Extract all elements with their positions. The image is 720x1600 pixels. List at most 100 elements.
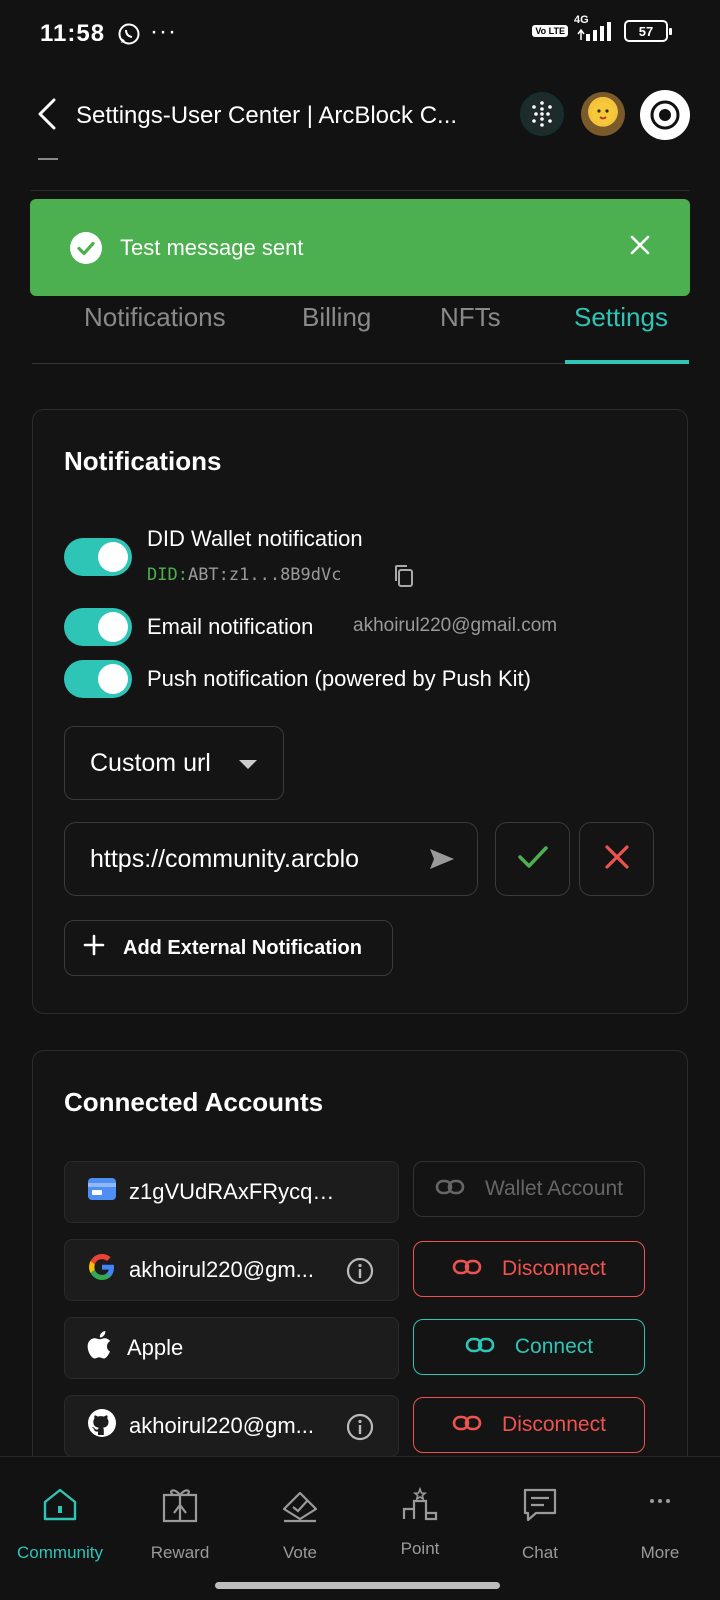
more-icon — [640, 1485, 680, 1525]
link-icon — [435, 1177, 465, 1201]
wallet-account-label: Wallet Account — [484, 1177, 624, 1200]
google-account: akhoirul220@gm... — [129, 1257, 314, 1282]
connected-accounts-title: Connected Accounts — [64, 1087, 324, 1117]
copy-icon[interactable] — [393, 564, 415, 593]
app-header: Settings-User Center | ArcBlock C... — [0, 70, 720, 191]
nav-label: More — [640, 1543, 680, 1562]
network-type: 4G — [574, 14, 589, 26]
status-time: 11:58 — [40, 20, 106, 47]
nav-label: Reward — [150, 1543, 210, 1562]
toast-success: Test message sent — [30, 199, 690, 296]
account-row-google: akhoirul220@gm... — [64, 1239, 399, 1301]
nav-label: Point — [400, 1539, 440, 1558]
custom-url-input[interactable]: https://community.arcblo — [64, 822, 478, 896]
whatsapp-icon — [117, 22, 141, 51]
record-icon[interactable] — [640, 90, 690, 140]
connect-label: Connect — [514, 1335, 594, 1358]
page-title: Settings-User Center | ArcBlock C... — [76, 102, 458, 129]
info-icon[interactable] — [346, 1257, 374, 1291]
did-value: ABT:z1...8B9dVc — [187, 565, 342, 585]
header-underline — [38, 158, 58, 160]
disconnect-label: Disconnect — [502, 1257, 606, 1280]
link-icon — [465, 1335, 495, 1359]
account-id: z1gVUdRAxFRycqnjUj... — [129, 1179, 339, 1204]
notification-type-select[interactable]: Custom url — [64, 726, 284, 800]
wallet-account-button: Wallet Account — [413, 1161, 645, 1217]
podium-icon — [400, 1485, 440, 1525]
notifications-title: Notifications — [64, 446, 222, 476]
battery-icon: 57 — [624, 20, 672, 42]
close-icon[interactable] — [630, 235, 650, 260]
link-icon — [452, 1413, 482, 1437]
github-disconnect-button[interactable]: Disconnect — [413, 1397, 645, 1453]
url-value: https://community.arcblo — [90, 844, 360, 873]
apple-connect-button[interactable]: Connect — [413, 1319, 645, 1375]
google-icon — [87, 1252, 117, 1288]
home-indicator[interactable] — [215, 1582, 500, 1589]
connected-accounts-card: Connected Accounts z1gVUdRAxFRycqnjUj...… — [32, 1050, 688, 1470]
did-address: DID:ABT:z1...8B9dVc — [147, 565, 341, 585]
push-label: Push notification (powered by Push Kit) — [147, 666, 531, 691]
apple-account: Apple — [127, 1335, 184, 1360]
confirm-url-button[interactable] — [495, 822, 570, 896]
tab-notifications[interactable]: Notifications — [84, 302, 226, 333]
nav-chat[interactable]: Chat — [480, 1457, 600, 1577]
nav-label: Chat — [522, 1543, 558, 1562]
email-label: Email notification — [147, 614, 314, 639]
check-circle-icon — [70, 231, 102, 264]
did-wallet-toggle[interactable] — [64, 538, 132, 576]
nav-community[interactable]: Community — [0, 1457, 120, 1577]
vote-icon — [280, 1485, 320, 1525]
nav-more[interactable]: More — [600, 1457, 720, 1577]
github-account: akhoirul220@gm... — [129, 1413, 314, 1438]
nav-reward[interactable]: Reward — [120, 1457, 240, 1577]
did-prefix: DID: — [147, 565, 188, 585]
nav-vote[interactable]: Vote — [240, 1457, 360, 1577]
select-value: Custom url — [90, 748, 211, 777]
account-row-github: akhoirul220@gm... — [64, 1395, 399, 1457]
toast-message: Test message sent — [120, 234, 304, 260]
tab-settings[interactable]: Settings — [574, 302, 668, 333]
check-icon — [517, 844, 549, 875]
gift-icon — [160, 1485, 200, 1525]
signal-icon: 4G — [574, 14, 616, 42]
cancel-url-button[interactable] — [579, 822, 654, 896]
chat-icon — [520, 1485, 560, 1525]
nav-point[interactable]: Point — [360, 1457, 480, 1577]
tab-indicator — [565, 360, 689, 364]
send-icon[interactable] — [429, 847, 455, 878]
add-button-label: Add External Notification — [123, 936, 362, 959]
caret-down-icon — [239, 760, 257, 769]
did-wallet-label: DID Wallet notification — [147, 526, 363, 551]
tab-bar: Notifications Billing NFTs Settings — [32, 296, 689, 364]
status-bar: 11:58 ··· Vo LTE 4G 57 — [0, 0, 720, 70]
account-row-apple: Apple — [64, 1317, 399, 1379]
google-disconnect-button[interactable]: Disconnect — [413, 1241, 645, 1297]
disconnect-label: Disconnect — [502, 1413, 606, 1436]
nav-label: Vote — [282, 1543, 318, 1562]
volte-icon: Vo LTE — [532, 25, 568, 37]
tab-billing[interactable]: Billing — [302, 302, 371, 333]
notification-dots: ··· — [150, 18, 177, 45]
email-toggle[interactable] — [64, 608, 132, 646]
back-arrow-icon[interactable] — [36, 98, 58, 135]
close-icon — [604, 844, 630, 875]
notifications-card: Notifications DID Wallet notification DI… — [32, 409, 688, 1014]
wallet-icon — [87, 1174, 117, 1210]
apple-icon — [87, 1330, 115, 1366]
tab-nfts[interactable]: NFTs — [440, 302, 501, 333]
add-external-notification-button[interactable]: Add External Notification — [64, 920, 393, 976]
arcblock-logo-icon[interactable] — [520, 92, 564, 136]
info-icon[interactable] — [346, 1413, 374, 1447]
bottom-navigation: Community Reward Vote Point Chat More — [0, 1456, 720, 1600]
push-toggle[interactable] — [64, 660, 132, 698]
header-divider — [30, 190, 690, 191]
plus-icon — [83, 934, 105, 962]
account-row-wallet: z1gVUdRAxFRycqnjUj... — [64, 1161, 399, 1223]
status-right: Vo LTE 4G 57 — [532, 14, 672, 42]
nav-label: Community — [17, 1543, 103, 1562]
github-icon — [87, 1408, 117, 1444]
user-avatar[interactable] — [581, 92, 625, 136]
home-icon — [40, 1485, 80, 1525]
link-icon — [452, 1257, 482, 1281]
